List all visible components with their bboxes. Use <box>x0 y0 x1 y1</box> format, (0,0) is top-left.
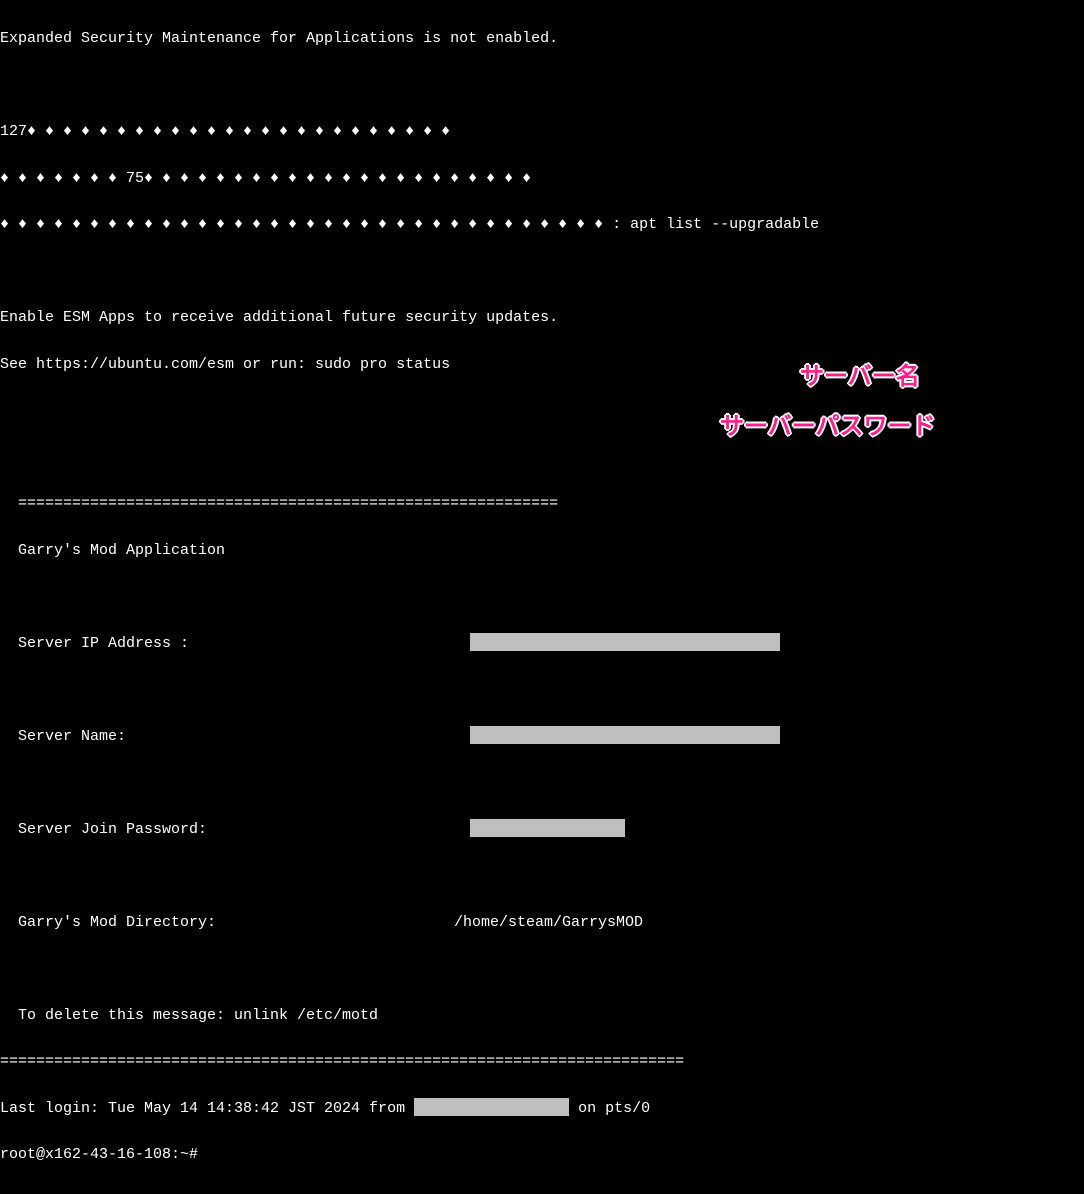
annotation-server-name: サーバー名 <box>800 358 920 395</box>
terminal-output: Expanded Security Maintenance for Applic… <box>0 0 1084 1194</box>
esm-not-enabled: Expanded Security Maintenance for Applic… <box>0 27 1084 50</box>
server-password-row: Server Join Password: <box>0 818 1084 841</box>
blank-line <box>0 260 1084 283</box>
see-esm-msg: See https://ubuntu.com/esm or run: sudo … <box>0 353 1084 376</box>
annotation-server-password: サーバーパスワード <box>720 408 936 445</box>
server-name-label: Server Name: <box>0 725 470 748</box>
server-password-label: Server Join Password: <box>0 818 470 841</box>
diamond-line-3: ♦ ♦ ♦ ♦ ♦ ♦ ♦ ♦ ♦ ♦ ♦ ♦ ♦ ♦ ♦ ♦ ♦ ♦ ♦ ♦ … <box>0 213 1084 236</box>
shell-prompt[interactable]: root@x162-43-16-108:~# <box>0 1143 1084 1166</box>
app-separator-bottom: ========================================… <box>0 1050 1084 1073</box>
diamond-line-2: ♦ ♦ ♦ ♦ ♦ ♦ ♦ 75♦ ♦ ♦ ♦ ♦ ♦ ♦ ♦ ♦ ♦ ♦ ♦ … <box>0 167 1084 190</box>
server-name-row: Server Name: <box>0 725 1084 748</box>
server-ip-label: Server IP Address : <box>0 632 470 655</box>
blank-line <box>0 771 1084 794</box>
blank-line <box>0 678 1084 701</box>
blank-line <box>0 585 1084 608</box>
delete-message: To delete this message: unlink /etc/motd <box>0 1004 1084 1027</box>
blank-line <box>0 864 1084 887</box>
enable-esm-msg: Enable ESM Apps to receive additional fu… <box>0 306 1084 329</box>
redacted-server-name <box>470 726 780 744</box>
redacted-ip <box>470 633 780 651</box>
directory-label: Garry's Mod Directory: <box>0 911 436 934</box>
blank-line <box>0 74 1084 97</box>
last-login-prefix: Last login: Tue May 14 14:38:42 JST 2024… <box>0 1097 414 1120</box>
directory-value: /home/steam/GarrysMOD <box>436 911 643 934</box>
last-login-row: Last login: Tue May 14 14:38:42 JST 2024… <box>0 1097 1084 1120</box>
server-ip-row: Server IP Address : <box>0 632 1084 655</box>
redacted-from-ip <box>414 1098 569 1116</box>
app-separator-top: ========================================… <box>0 492 1084 515</box>
last-login-suffix: on pts/0 <box>569 1097 650 1120</box>
diamond-line-1: 127♦ ♦ ♦ ♦ ♦ ♦ ♦ ♦ ♦ ♦ ♦ ♦ ♦ ♦ ♦ ♦ ♦ ♦ ♦… <box>0 120 1084 143</box>
redacted-password <box>470 819 625 837</box>
app-title: Garry's Mod Application <box>0 539 1084 562</box>
directory-row: Garry's Mod Directory: /home/steam/Garry… <box>0 911 1084 934</box>
blank-line <box>0 446 1084 469</box>
blank-line <box>0 957 1084 980</box>
